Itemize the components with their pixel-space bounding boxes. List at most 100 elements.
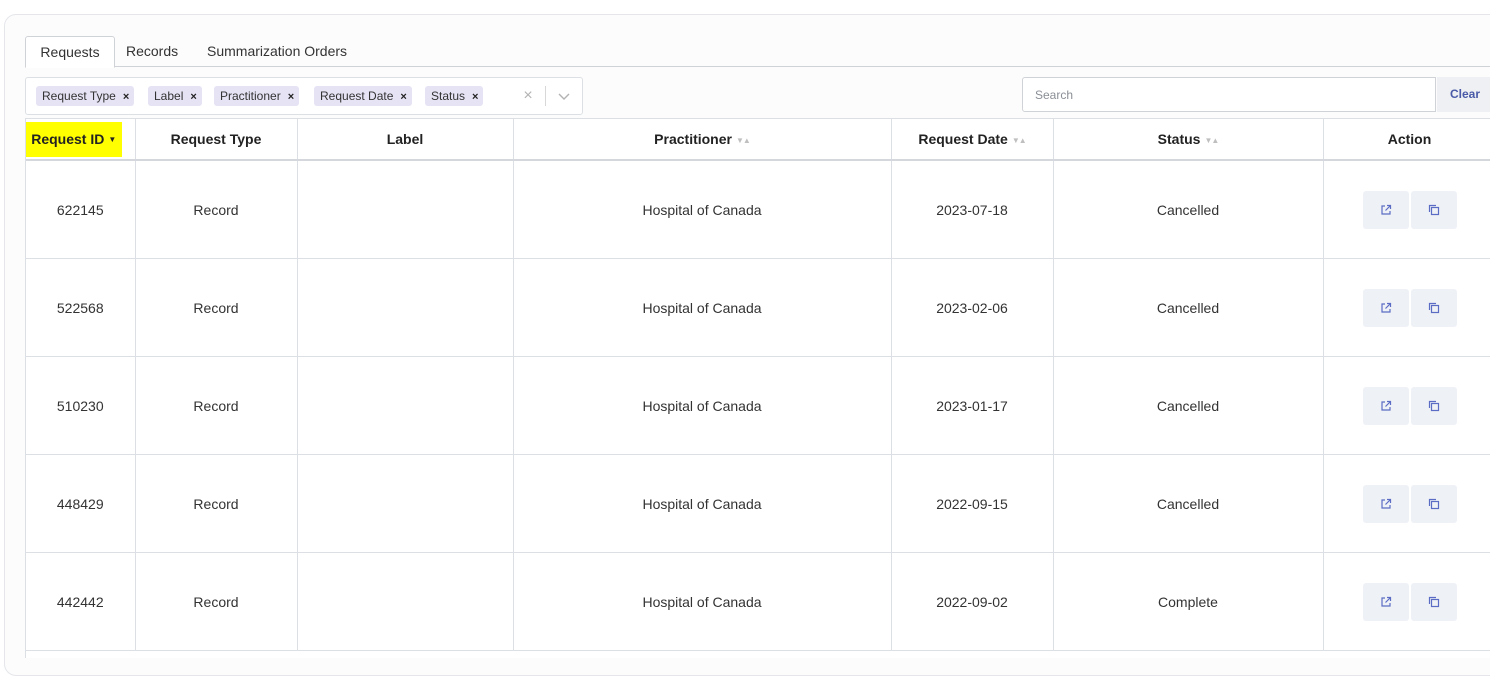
cell-label (297, 258, 514, 357)
chip-remove-icon[interactable]: × (472, 87, 478, 107)
table-header-row: Request ID ▼ Request Type Label Practitio… (26, 118, 1490, 161)
cell-request-id: 522568 (26, 258, 136, 357)
cell-label (297, 160, 514, 259)
column-header-status[interactable]: Status ▼▲ (1053, 118, 1324, 161)
chip-remove-icon[interactable]: × (123, 87, 129, 107)
cell-request-id: 442442 (26, 552, 136, 651)
filter-chip-request-date: Request Date × (314, 86, 412, 106)
cell-action (1323, 454, 1490, 553)
chevron-down-icon[interactable] (555, 87, 573, 105)
column-header-label: Label (297, 118, 514, 161)
chip-label: Label (154, 89, 184, 103)
clear-button[interactable]: Clear (1437, 77, 1490, 112)
column-header-action: Action (1323, 118, 1490, 161)
sort-icon: ▼▲ (1011, 135, 1027, 145)
tab-summarization-orders[interactable]: Summarization Orders (207, 36, 347, 66)
cell-status: Cancelled (1053, 454, 1324, 553)
filter-chip-label: Label × (148, 86, 202, 106)
cell-request-date: 2023-07-18 (891, 160, 1054, 259)
open-button[interactable] (1362, 484, 1409, 523)
external-link-icon (1380, 596, 1391, 607)
cell-request-type: Record (135, 258, 298, 357)
copy-button[interactable] (1410, 582, 1457, 621)
header-label: Practitioner (654, 131, 732, 147)
cell-request-id: 622145 (26, 160, 136, 259)
cell-action (1323, 356, 1490, 455)
chip-remove-icon[interactable]: × (400, 87, 406, 107)
cell-status: Cancelled (1053, 356, 1324, 455)
table-row: 622145 Record Hospital of Canada 2023-07… (26, 160, 1490, 259)
cell-practitioner: Hospital of Canada (513, 454, 892, 553)
cell-action (1323, 258, 1490, 357)
cell-label (297, 454, 514, 553)
cell-label (297, 552, 514, 651)
table-row: 510230 Record Hospital of Canada 2023-01… (26, 356, 1490, 455)
cell-request-date: 2023-02-06 (891, 258, 1054, 357)
chip-remove-icon[interactable]: × (190, 87, 196, 107)
cell-request-type: Record (135, 552, 298, 651)
copy-icon (1428, 400, 1439, 411)
external-link-icon (1380, 498, 1391, 509)
column-header-request-date[interactable]: Request Date ▼▲ (891, 118, 1054, 161)
chip-label: Request Type (42, 89, 116, 103)
cell-request-id: 510230 (26, 356, 136, 455)
copy-button[interactable] (1410, 484, 1457, 523)
highlighted-header: Request ID ▼ (26, 121, 123, 157)
copy-icon (1428, 498, 1439, 509)
table-row: 442442 Record Hospital of Canada 2022-09… (26, 552, 1490, 651)
cell-request-date: 2023-01-17 (891, 356, 1054, 455)
sort-icon: ▼▲ (735, 135, 751, 145)
cell-request-date: 2022-09-02 (891, 552, 1054, 651)
tab-records[interactable]: Records (126, 36, 178, 66)
external-link-icon (1380, 302, 1391, 313)
sort-desc-icon: ▼ (108, 135, 117, 145)
filter-separator (545, 86, 546, 106)
copy-button[interactable] (1410, 190, 1457, 229)
chip-label: Status (431, 89, 466, 103)
cell-request-type: Record (135, 454, 298, 553)
copy-button[interactable] (1410, 288, 1457, 327)
open-button[interactable] (1362, 190, 1409, 229)
chip-label: Practitioner (220, 89, 281, 103)
table-row: 522568 Record Hospital of Canada 2023-02… (26, 258, 1490, 357)
column-header-request-id[interactable]: Request ID ▼ (26, 118, 136, 161)
header-label: Request Date (918, 131, 1008, 147)
column-filter-select[interactable]: Request Type × Label × Practitioner × Reque… (25, 77, 583, 115)
header-label: Status (1157, 131, 1201, 147)
filter-chip-practitioner: Practitioner × (214, 86, 300, 107)
column-header-practitioner[interactable]: Practitioner ▼▲ (513, 118, 892, 161)
cell-action (1323, 160, 1490, 259)
chip-label: Request Date (320, 89, 394, 103)
cell-practitioner: Hospital of Canada (513, 160, 892, 259)
copy-icon (1428, 596, 1439, 607)
external-link-icon (1380, 400, 1391, 411)
header-label: Request ID (31, 130, 105, 147)
cell-status: Complete (1053, 552, 1324, 651)
cell-status: Cancelled (1053, 160, 1324, 259)
tab-requests[interactable]: Requests (25, 36, 115, 68)
cell-practitioner: Hospital of Canada (513, 356, 892, 455)
cell-request-type: Record (135, 160, 298, 259)
open-button[interactable] (1362, 582, 1409, 621)
chip-remove-icon[interactable]: × (288, 87, 294, 107)
copy-button[interactable] (1410, 386, 1457, 425)
cell-label (297, 356, 514, 455)
cell-practitioner: Hospital of Canada (513, 258, 892, 357)
copy-icon (1428, 302, 1439, 313)
filter-chip-request-type: Request Type × (36, 86, 135, 107)
tab-bar: Requests Records Summarization Orders (25, 36, 1490, 68)
search-input[interactable] (1022, 77, 1436, 112)
x-icon[interactable]: × (520, 86, 536, 106)
sort-icon: ▼▲ (1204, 135, 1219, 145)
table-row: 448429 Record Hospital of Canada 2022-09… (26, 454, 1490, 553)
open-button[interactable] (1362, 386, 1409, 425)
cell-action (1323, 552, 1490, 651)
cell-request-date: 2022-09-15 (891, 454, 1054, 553)
copy-icon (1428, 204, 1439, 215)
open-button[interactable] (1362, 288, 1409, 327)
cell-request-id: 448429 (26, 454, 136, 553)
cell-status: Cancelled (1053, 258, 1324, 357)
cell-request-type: Record (135, 356, 298, 455)
cell-practitioner: Hospital of Canada (513, 552, 892, 651)
column-header-request-type: Request Type (135, 118, 298, 161)
